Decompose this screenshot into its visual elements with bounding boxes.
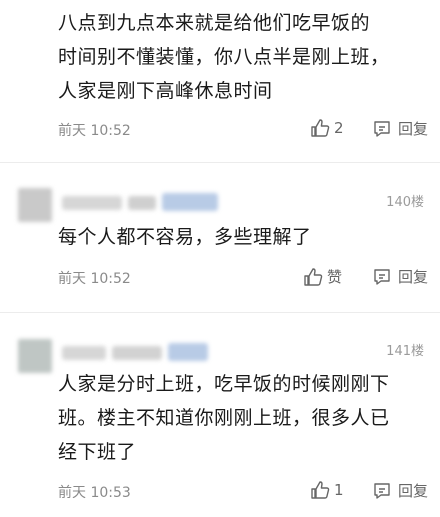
floor-number: 140楼 xyxy=(386,195,424,210)
comment-text-line: 班。楼主不知道你刚刚上班，很多人已 xyxy=(58,407,390,429)
like-button[interactable]: 赞 xyxy=(303,266,342,287)
comment-2-text: 每个人都不容易，多些理解了 xyxy=(58,220,424,254)
comment-text-line: 经下班了 xyxy=(58,441,137,463)
username-blurred xyxy=(112,346,162,360)
reply-label: 回复 xyxy=(397,120,428,138)
reply-button[interactable]: 回复 xyxy=(372,266,428,287)
user-badge-blurred xyxy=(168,343,208,361)
comment-3-meta: 前天 10:53 1 回复 xyxy=(58,480,428,504)
comment-1-text: 八点到九点本来就是给他们吃早饭的 时间别不懂装懂，你八点半是刚上班， 人家是刚下… xyxy=(58,6,424,108)
reply-icon xyxy=(372,267,392,287)
comment-text-line: 八点到九点本来就是给他们吃早饭的 xyxy=(58,12,371,34)
comment-time: 前天 10:52 xyxy=(58,271,131,287)
comment-text-line: 人家是分时上班，吃早饭的时候刚刚下 xyxy=(58,373,390,395)
floor-number: 141楼 xyxy=(386,344,424,359)
comment-2: 140楼 每个人都不容易，多些理解了 前天 10:52 赞 回复 xyxy=(0,163,440,313)
reply-icon xyxy=(372,119,392,139)
like-count: 赞 xyxy=(327,268,343,286)
username-blurred[interactable] xyxy=(62,196,122,210)
username-blurred xyxy=(128,196,156,210)
username-blurred[interactable] xyxy=(62,346,106,360)
comment-text-line: 每个人都不容易，多些理解了 xyxy=(58,226,312,248)
like-button[interactable]: 2 xyxy=(310,118,344,138)
like-count: 1 xyxy=(334,481,344,499)
avatar[interactable] xyxy=(18,188,52,222)
reply-button[interactable]: 回复 xyxy=(372,118,428,139)
comment-time: 前天 10:52 xyxy=(58,123,131,139)
comment-2-meta: 前天 10:52 赞 回复 xyxy=(58,266,428,290)
comment-3: 141楼 人家是分时上班，吃早饭的时候刚刚下 班。楼主不知道你刚刚上班，很多人已… xyxy=(0,313,440,517)
reply-button[interactable]: 回复 xyxy=(372,480,428,501)
comment-text-line: 人家是刚下高峰休息时间 xyxy=(58,80,273,102)
like-button[interactable]: 1 xyxy=(310,480,344,500)
comment-time: 前天 10:53 xyxy=(58,485,131,501)
reply-label: 回复 xyxy=(397,482,428,500)
user-badge-blurred xyxy=(162,193,218,211)
comment-1: 八点到九点本来就是给他们吃早饭的 时间别不懂装懂，你八点半是刚上班， 人家是刚下… xyxy=(0,0,440,160)
like-count: 2 xyxy=(334,119,344,137)
comment-3-text: 人家是分时上班，吃早饭的时候刚刚下 班。楼主不知道你刚刚上班，很多人已 经下班了 xyxy=(58,367,424,469)
avatar[interactable] xyxy=(18,339,52,373)
comment-1-meta: 前天 10:52 2 回复 xyxy=(58,118,428,142)
thumbs-up-icon xyxy=(303,267,323,287)
comment-text-line: 时间别不懂装懂，你八点半是刚上班， xyxy=(58,46,390,68)
reply-icon xyxy=(372,481,392,501)
reply-label: 回复 xyxy=(397,268,428,286)
thumbs-up-icon xyxy=(310,118,330,138)
thumbs-up-icon xyxy=(310,480,330,500)
